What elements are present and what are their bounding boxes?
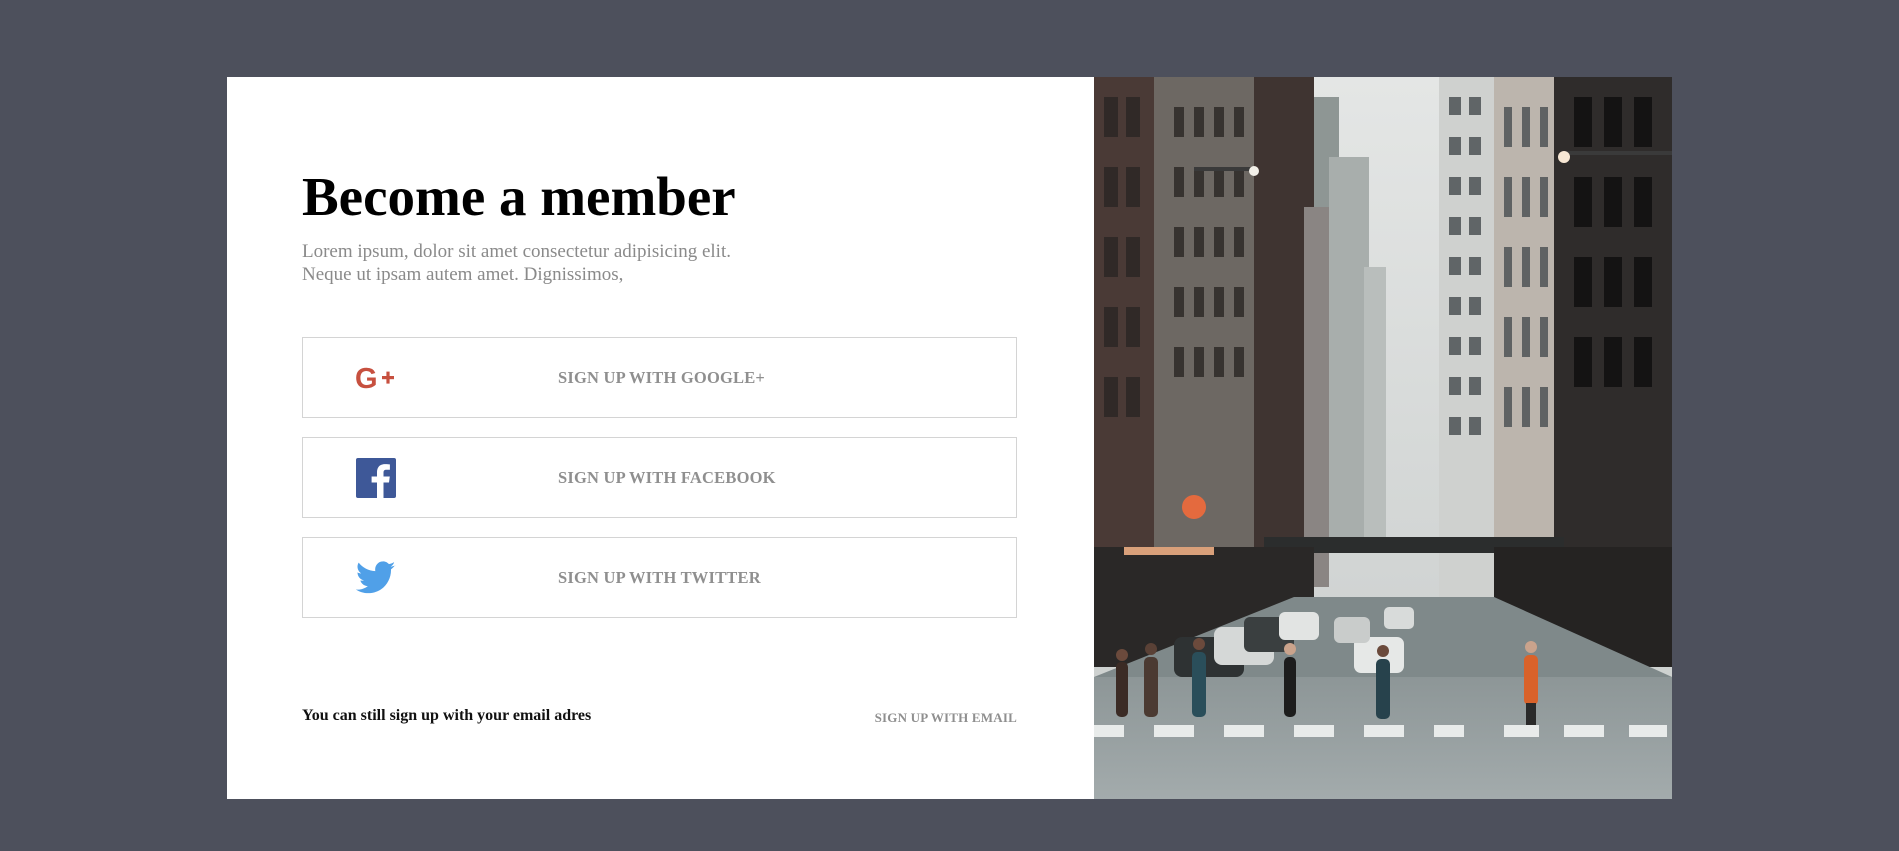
facebook-signup-button[interactable]: SIGN UP WITH FACEBOOK — [302, 437, 1017, 518]
google-plus-icon: G — [355, 357, 397, 399]
svg-text:G: G — [355, 363, 378, 393]
google-signup-label: SIGN UP WITH GOOGLE+ — [558, 367, 766, 387]
email-signup-link[interactable]: SIGN UP WITH EMAIL — [875, 710, 1017, 726]
facebook-signup-label: SIGN UP WITH FACEBOOK — [558, 467, 776, 487]
city-street-illustration — [1094, 77, 1672, 799]
city-street-photo — [1094, 77, 1672, 799]
page-title: Become a member — [302, 166, 736, 227]
email-signup-hint: You can still sign up with your email ad… — [302, 707, 592, 724]
facebook-icon — [355, 457, 397, 499]
twitter-signup-label: SIGN UP WITH TWITTER — [558, 567, 761, 587]
page-subtitle: Lorem ipsum, dolor sit amet consectetur … — [302, 241, 731, 285]
twitter-icon — [355, 557, 397, 599]
google-signup-button[interactable]: G SIGN UP WITH GOOGLE+ — [302, 337, 1017, 418]
twitter-signup-button[interactable]: SIGN UP WITH TWITTER — [302, 537, 1017, 618]
signup-panel: Become a member Lorem ipsum, dolor sit a… — [227, 77, 1094, 799]
signup-card: Become a member Lorem ipsum, dolor sit a… — [227, 77, 1672, 799]
